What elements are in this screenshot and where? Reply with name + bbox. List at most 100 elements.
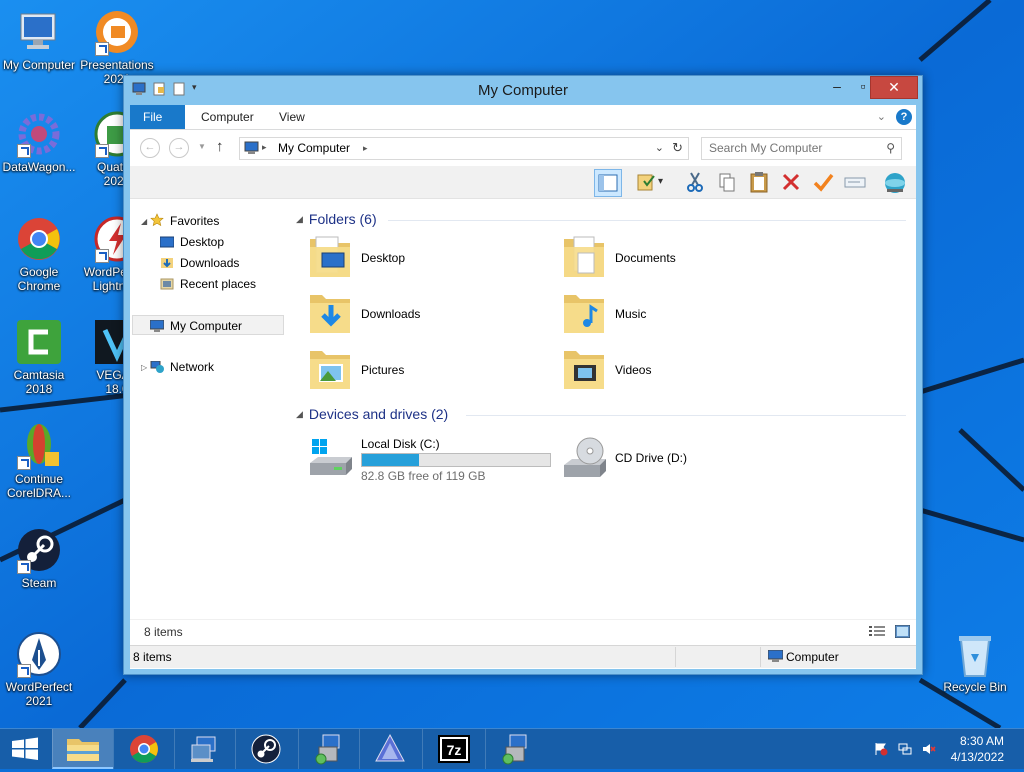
folders-group-header[interactable]: ◢ Folders (6): [296, 211, 377, 227]
coreldraw-icon: [15, 422, 63, 470]
properties-button[interactable]: [633, 169, 659, 195]
group-divider: [466, 415, 906, 416]
chevron-down-icon[interactable]: ⌄: [877, 110, 886, 123]
expand-arrow-icon[interactable]: ◢: [141, 217, 147, 226]
taskbar-7zip[interactable]: 7z: [422, 729, 483, 769]
up-arrow-icon[interactable]: ↑: [216, 138, 224, 155]
network-status-icon[interactable]: [898, 742, 912, 756]
search-box[interactable]: ⚲: [701, 137, 902, 160]
tab-computer[interactable]: Computer: [188, 105, 267, 129]
copy-button[interactable]: [714, 169, 740, 195]
nav-recent-places[interactable]: Recent places: [160, 274, 256, 294]
taskbar-installer-2[interactable]: [485, 729, 546, 769]
drive-local-disk-c[interactable]: Local Disk (C:) 82.8 GB free of 119 GB: [306, 435, 556, 489]
status-location: Computer: [786, 650, 839, 664]
title-bar[interactable]: ▾ My Computer – ▫ ✕: [124, 76, 922, 104]
status-separator: [760, 647, 761, 667]
breadcrumb-my-computer[interactable]: My Computer: [278, 141, 350, 155]
volume-muted-icon[interactable]: [922, 742, 936, 756]
close-button[interactable]: ✕: [870, 76, 918, 99]
taskbar-network-app[interactable]: [174, 729, 235, 769]
desktop-icon-coreldraw[interactable]: Continue CorelDRA...: [0, 422, 78, 500]
recent-locations-dropdown[interactable]: ▼: [198, 142, 206, 151]
folder-downloads[interactable]: Downloads: [306, 287, 556, 341]
presentations-icon: [93, 8, 141, 56]
taskbar-steam[interactable]: [235, 729, 296, 769]
drive-cd-d[interactable]: CD Drive (D:): [560, 435, 760, 489]
status-items-count: 8 items: [133, 650, 172, 664]
address-dropdown-icon[interactable]: ⌄: [655, 141, 664, 154]
devices-group-header[interactable]: ◢ Devices and drives (2): [296, 406, 448, 422]
details-view-icon[interactable]: [869, 625, 885, 641]
folder-videos[interactable]: Videos: [560, 343, 810, 397]
installer-icon: [502, 734, 527, 765]
recycle-bin-icon: [951, 630, 999, 678]
desktop-icon-camtasia[interactable]: Camtasia 2018: [0, 318, 78, 396]
paste-button[interactable]: [746, 169, 772, 195]
nav-downloads[interactable]: Downloads: [160, 253, 239, 273]
desktop-icon-steam[interactable]: Steam: [0, 526, 78, 590]
recent-places-icon: [160, 276, 174, 290]
search-icon[interactable]: ⚲: [886, 141, 895, 155]
system-tray: 8:30 AM 4/13/2022: [874, 729, 1024, 769]
shortcut-arrow-icon: [17, 664, 31, 678]
network-globe-icon[interactable]: [882, 169, 908, 195]
minimize-button[interactable]: –: [824, 76, 850, 97]
delete-button[interactable]: [778, 169, 804, 195]
expand-arrow-icon[interactable]: ▷: [141, 363, 147, 372]
forward-button[interactable]: →: [169, 138, 189, 158]
tab-file[interactable]: File: [130, 105, 185, 129]
desktop-icon-wordperfect[interactable]: WordPerfect 2021: [0, 630, 78, 708]
items-count-bar: 8 items: [130, 619, 916, 644]
taskbar-file-explorer[interactable]: [52, 729, 113, 769]
nav-my-computer[interactable]: My Computer: [132, 315, 284, 335]
collapse-arrow-icon: ◢: [296, 409, 303, 419]
clock[interactable]: 8:30 AM 4/13/2022: [951, 733, 1004, 765]
breadcrumb-caret-icon[interactable]: ▸: [363, 143, 368, 154]
desktop-folder-icon: [310, 236, 350, 277]
start-button[interactable]: [0, 729, 50, 769]
desktop-icon-recycle-bin[interactable]: Recycle Bin: [936, 630, 1014, 694]
action-center-flag-icon[interactable]: [874, 742, 888, 756]
nav-favorites[interactable]: Favorites: [150, 211, 219, 231]
map-drive-button[interactable]: [842, 169, 868, 195]
desktop-icon-my-computer[interactable]: My Computer: [0, 8, 78, 72]
pictures-folder-icon: [310, 351, 350, 389]
file-explorer-icon: [67, 739, 99, 761]
taskbar-corel-app[interactable]: [359, 729, 420, 769]
search-input[interactable]: [702, 138, 879, 157]
folder-documents[interactable]: Documents: [560, 231, 810, 285]
back-button[interactable]: ←: [140, 138, 160, 158]
tab-view[interactable]: View: [266, 105, 318, 129]
taskbar-installer[interactable]: [298, 729, 359, 769]
help-icon[interactable]: ?: [896, 109, 912, 125]
folder-music[interactable]: Music: [560, 287, 810, 341]
large-icons-view-icon[interactable]: [894, 624, 911, 641]
hard-disk-icon: [310, 439, 352, 475]
desktop-icon-label: Google Chrome: [17, 265, 61, 293]
desktop-icon-datawagon[interactable]: DataWagon...: [0, 110, 78, 174]
command-toolbar: ▾: [130, 166, 916, 199]
desktop-icon-label: Recycle Bin: [943, 680, 1007, 694]
network-icon: [150, 359, 164, 373]
rename-button[interactable]: [810, 169, 836, 195]
folder-desktop[interactable]: Desktop: [306, 231, 556, 285]
explorer-window: ▾ My Computer – ▫ ✕ File Computer View ⌄…: [123, 75, 923, 675]
corel-app-icon: [375, 733, 405, 762]
preview-pane-button[interactable]: [594, 169, 622, 197]
view-switcher: [869, 624, 911, 641]
refresh-icon[interactable]: ↻: [672, 140, 683, 156]
address-bar[interactable]: ▸ My Computer ▸ ⌄ ↻: [239, 137, 689, 160]
taskbar-chrome[interactable]: [113, 729, 174, 769]
nav-desktop[interactable]: Desktop: [159, 232, 224, 252]
chrome-icon: [130, 735, 158, 763]
desktop-icon-label: WordPerfect 2021: [5, 680, 73, 708]
status-separator: [675, 647, 676, 667]
desktop-icon-chrome[interactable]: Google Chrome: [0, 215, 78, 293]
cut-button[interactable]: [682, 169, 708, 195]
disk-usage-bar: [361, 453, 551, 467]
folder-pictures[interactable]: Pictures: [306, 343, 556, 397]
properties-dropdown-icon[interactable]: ▾: [658, 169, 672, 195]
breadcrumb-caret-icon[interactable]: ▸: [262, 142, 267, 153]
nav-network[interactable]: Network: [150, 357, 214, 377]
